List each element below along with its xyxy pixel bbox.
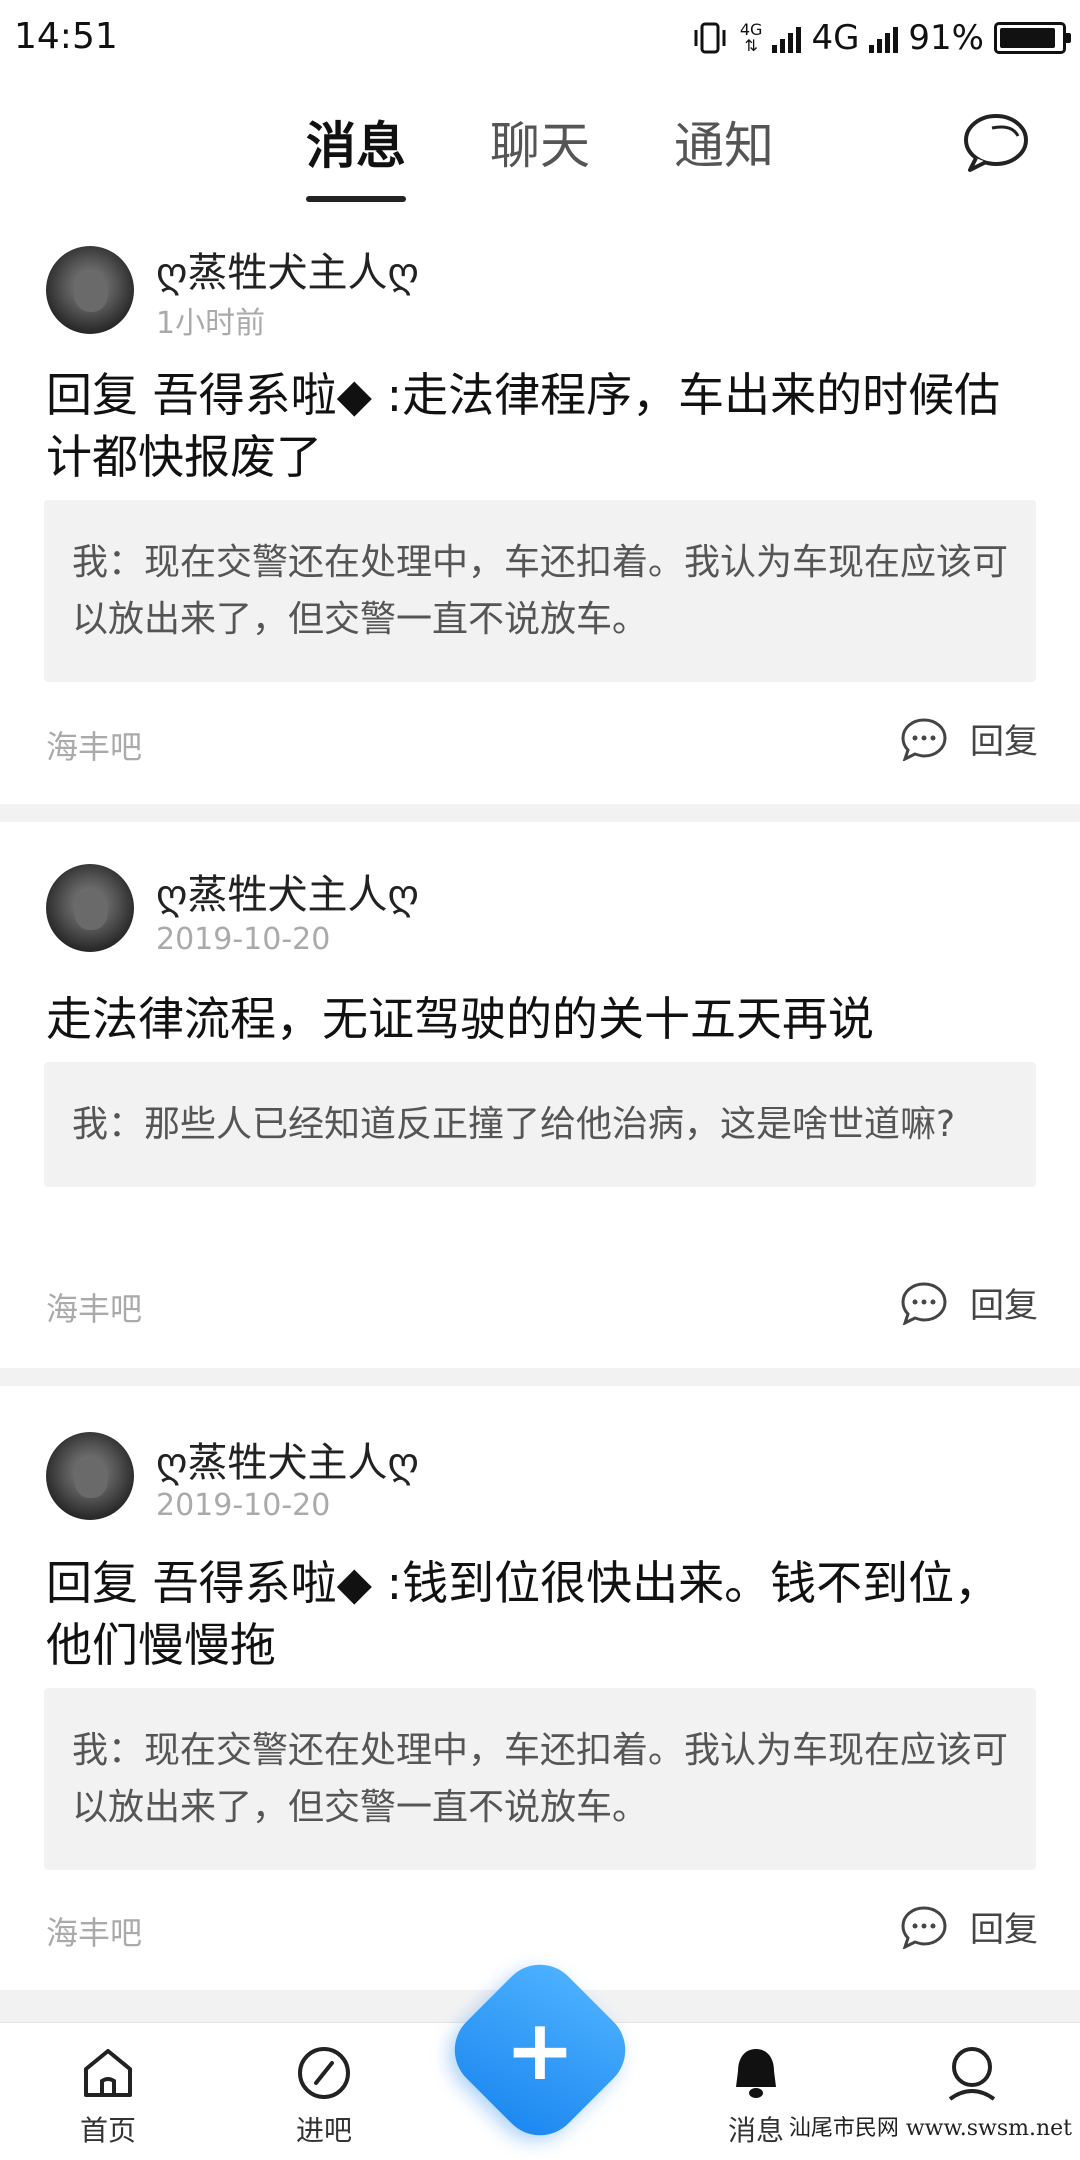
status-bar: 14:51 4G ⇅ 4G 91% [0,0,1080,76]
avatar[interactable] [46,246,134,334]
reply-icon [901,1281,947,1325]
nav-home-label: 首页 [79,2114,136,2147]
network-label: 4G [811,18,860,58]
plus-icon[interactable]: + [468,1978,612,2122]
nav-forums-label: 进吧 [295,2114,352,2147]
tab-chat[interactable]: 聊天 [490,106,590,178]
username[interactable]: ღ蒸牲犬主人ღ [156,1430,419,1488]
signal-icon-2 [869,23,899,53]
nav-profile[interactable] [912,2043,1032,2109]
post-content: 回复 吾得系啦◆ :钱到位很快出来。钱不到位，他们慢慢拖 [46,1556,1001,1672]
nav-forums[interactable]: 进吧 [264,2043,384,2149]
reply-button[interactable]: 回复 [900,714,1038,763]
reply-button[interactable]: 回复 [900,1278,1038,1327]
avatar[interactable] [46,1432,134,1520]
bell-icon [736,2049,776,2098]
post-time: 2019-10-20 [156,1488,331,1523]
message-card[interactable]: ღ蒸牲犬主人ღ 2019-10-20 走法律流程，无证驾驶的的关十五天再说 我：… [0,822,1080,1368]
battery-percent: 91% [908,18,984,58]
site-watermark: 汕尾市民网 www.swsm.net [788,2116,1072,2141]
reply-button[interactable]: 回复 [900,1902,1038,1951]
post-content: 回复 吾得系啦◆ :走法律程序，车出来的时候估计都快报废了 [46,368,1001,484]
home-icon [84,2049,132,2097]
profile-icon [948,2047,996,2101]
active-tab-indicator [306,196,406,202]
forum-name[interactable]: 海丰吧 [46,1284,142,1330]
reply-label: 回复 [970,722,1038,762]
quoted-message[interactable]: 我：现在交警还在处理中，车还扣着。我认为车现在应该可以放出来了，但交警一直不说放… [44,500,1036,682]
reply-label: 回复 [970,1910,1038,1950]
compass-icon [298,2047,350,2099]
battery-icon [994,22,1071,54]
post-content: 走法律流程，无证驾驶的的关十五天再说 [46,992,874,1046]
username[interactable]: ღ蒸牲犬主人ღ [156,240,419,298]
forum-name[interactable]: 海丰吧 [46,722,142,768]
reply-label: 回复 [970,1286,1038,1326]
chat-bubbles-icon[interactable] [962,110,1034,174]
quoted-message[interactable]: 我：现在交警还在处理中，车还扣着。我认为车现在应该可以放出来了，但交警一直不说放… [44,1688,1036,1870]
username[interactable]: ღ蒸牲犬主人ღ [156,862,419,920]
status-time: 14:51 [14,16,118,57]
top-bar: 消息 聊天 通知 [0,76,1080,206]
reply-icon [901,717,947,761]
message-card[interactable]: ღ蒸牲犬主人ღ 2019-10-20 回复 吾得系啦◆ :钱到位很快出来。钱不到… [0,1386,1080,1990]
reply-icon [901,1905,947,1949]
avatar[interactable] [46,864,134,952]
nav-home[interactable]: 首页 [48,2043,168,2149]
signal-icon [772,23,802,53]
tab-notifications[interactable]: 通知 [674,106,774,178]
tab-messages[interactable]: 消息 [306,106,406,178]
post-time: 2019-10-20 [156,922,331,957]
status-icons: 4G ⇅ 4G 91% [690,16,1071,60]
message-card[interactable]: ღ蒸牲犬主人ღ 1小时前 回复 吾得系啦◆ :走法律程序，车出来的时候估计都快报… [0,206,1080,804]
network-small-label: 4G ⇅ [739,20,763,55]
post-time: 1小时前 [156,306,266,341]
quoted-message[interactable]: 我：那些人已经知道反正撞了给他治病，这是啥世道嘛? [44,1062,1036,1187]
forum-name[interactable]: 海丰吧 [46,1908,142,1954]
vibrate-icon [694,22,726,54]
